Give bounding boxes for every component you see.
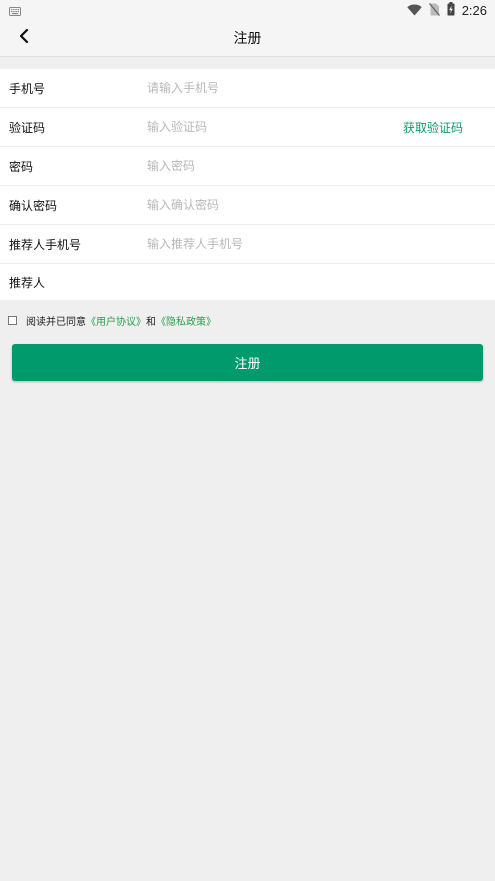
register-button[interactable]: 注册 bbox=[12, 344, 483, 381]
password-label: 密码 bbox=[9, 159, 34, 174]
app-bar: 注册 bbox=[0, 20, 495, 57]
password-input[interactable] bbox=[147, 151, 495, 181]
confirm-password-input[interactable] bbox=[147, 190, 495, 220]
chevron-left-icon bbox=[18, 28, 30, 48]
confirm-password-row: 确认密码 bbox=[0, 186, 495, 225]
agreement-checkbox[interactable] bbox=[8, 315, 17, 325]
referrer-row: 推荐人 bbox=[0, 264, 495, 300]
privacy-policy-link[interactable]: 《隐私政策》 bbox=[156, 313, 216, 328]
referrer-phone-input[interactable] bbox=[147, 229, 495, 259]
referrer-phone-label: 推荐人手机号 bbox=[9, 237, 82, 252]
agreement-conjunction: 和 bbox=[146, 316, 156, 328]
phone-input[interactable] bbox=[147, 73, 495, 103]
confirm-password-label: 确认密码 bbox=[9, 198, 58, 213]
agreement-row: 阅读并已同意 《用户协议》 和 《隐私政策》 bbox=[8, 312, 216, 328]
wifi-icon bbox=[406, 1, 422, 20]
status-right: 2:26 bbox=[406, 1, 487, 20]
phone-label: 手机号 bbox=[9, 81, 46, 96]
phone-row: 手机号 bbox=[0, 69, 495, 108]
code-row: 验证码 获取验证码 bbox=[0, 108, 495, 147]
get-code-button[interactable]: 获取验证码 bbox=[403, 108, 463, 147]
page-title: 注册 bbox=[233, 31, 262, 47]
status-bar: 2:26 bbox=[0, 0, 495, 20]
agreement-prefix: 阅读并已同意 bbox=[26, 316, 86, 328]
referrer-label: 推荐人 bbox=[9, 275, 46, 290]
keyboard-icon bbox=[9, 1, 21, 20]
status-time: 2:26 bbox=[461, 2, 487, 18]
password-row: 密码 bbox=[0, 147, 495, 186]
registration-form: 手机号 验证码 获取验证码 密码 确认密码 推荐人手机号 推荐人 bbox=[0, 69, 495, 300]
code-label: 验证码 bbox=[9, 120, 46, 135]
referrer-phone-row: 推荐人手机号 bbox=[0, 225, 495, 264]
back-button[interactable] bbox=[12, 26, 36, 50]
referrer-input[interactable] bbox=[147, 267, 495, 297]
no-sim-icon bbox=[428, 1, 440, 20]
battery-charging-icon bbox=[447, 1, 455, 20]
status-left bbox=[9, 1, 21, 20]
user-agreement-link[interactable]: 《用户协议》 bbox=[86, 313, 146, 328]
